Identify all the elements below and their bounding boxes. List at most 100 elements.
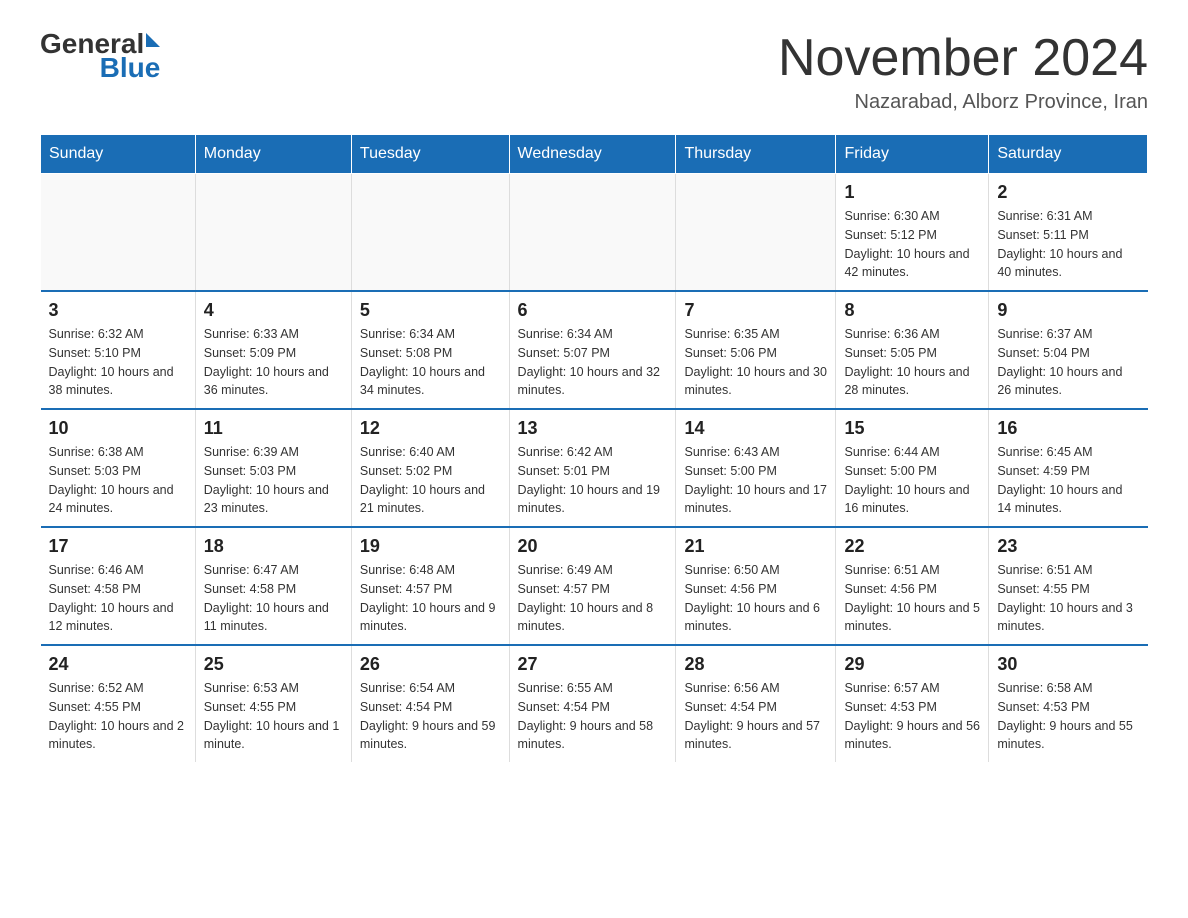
calendar-cell: 29 Sunrise: 6:57 AM Sunset: 4:53 PM Dayli… <box>836 645 989 762</box>
calendar-cell: 21Sunrise: 6:50 AM Sunset: 4:56 PM Dayli… <box>676 527 836 645</box>
calendar-cell: 17 Sunrise: 6:46 AM Sunset: 4:58 PM Dayli… <box>41 527 196 645</box>
header-monday: Monday <box>195 135 351 174</box>
day-number: 4 <box>204 300 343 321</box>
title-area: November 2024 Nazarabad, Alborz Province… <box>778 30 1148 114</box>
day-info: Sunrise: 6:49 AM Sunset: 4:57 PM Dayligh… <box>518 561 668 636</box>
calendar-cell: 28 Sunrise: 6:56 AM Sunset: 4:54 PM Dayli… <box>676 645 836 762</box>
calendar-week-row: 1 Sunrise: 6:30 AM Sunset: 5:12 PM Daylig… <box>41 174 1148 292</box>
day-number: 28 <box>684 654 827 675</box>
calendar-subtitle: Nazarabad, Alborz Province, Iran <box>778 91 1148 114</box>
calendar-cell: 19Sunrise: 6:48 AM Sunset: 4:57 PM Dayli… <box>351 527 509 645</box>
logo-blue-text: Blue <box>100 52 161 83</box>
day-info: Sunrise: 6:30 AM Sunset: 5:12 PM Dayligh… <box>844 207 980 282</box>
calendar-cell: 4 Sunrise: 6:33 AM Sunset: 5:09 PM Daylig… <box>195 291 351 409</box>
calendar-cell: 30Sunrise: 6:58 AM Sunset: 4:53 PM Dayli… <box>989 645 1148 762</box>
day-number: 13 <box>518 418 668 439</box>
calendar-cell <box>676 174 836 292</box>
calendar-cell: 8Sunrise: 6:36 AM Sunset: 5:05 PM Daylig… <box>836 291 989 409</box>
day-info: Sunrise: 6:46 AM Sunset: 4:58 PM Dayligh… <box>49 561 187 636</box>
calendar-cell: 14 Sunrise: 6:43 AM Sunset: 5:00 PM Dayli… <box>676 409 836 527</box>
calendar-cell: 2Sunrise: 6:31 AM Sunset: 5:11 PM Daylig… <box>989 174 1148 292</box>
day-info: Sunrise: 6:54 AM Sunset: 4:54 PM Dayligh… <box>360 679 501 754</box>
header-thursday: Thursday <box>676 135 836 174</box>
calendar-cell: 16 Sunrise: 6:45 AM Sunset: 4:59 PM Dayli… <box>989 409 1148 527</box>
day-info: Sunrise: 6:33 AM Sunset: 5:09 PM Dayligh… <box>204 325 343 400</box>
day-info: Sunrise: 6:43 AM Sunset: 5:00 PM Dayligh… <box>684 443 827 518</box>
calendar-cell: 5Sunrise: 6:34 AM Sunset: 5:08 PM Daylig… <box>351 291 509 409</box>
calendar-cell <box>351 174 509 292</box>
day-info: Sunrise: 6:39 AM Sunset: 5:03 PM Dayligh… <box>204 443 343 518</box>
day-info: Sunrise: 6:38 AM Sunset: 5:03 PM Dayligh… <box>49 443 187 518</box>
calendar-cell: 7Sunrise: 6:35 AM Sunset: 5:06 PM Daylig… <box>676 291 836 409</box>
day-number: 7 <box>684 300 827 321</box>
day-info: Sunrise: 6:44 AM Sunset: 5:00 PM Dayligh… <box>844 443 980 518</box>
calendar-week-row: 24 Sunrise: 6:52 AM Sunset: 4:55 PM Dayli… <box>41 645 1148 762</box>
day-info: Sunrise: 6:34 AM Sunset: 5:07 PM Dayligh… <box>518 325 668 400</box>
day-info: Sunrise: 6:34 AM Sunset: 5:08 PM Dayligh… <box>360 325 501 400</box>
calendar-week-row: 3 Sunrise: 6:32 AM Sunset: 5:10 PM Daylig… <box>41 291 1148 409</box>
day-info: Sunrise: 6:52 AM Sunset: 4:55 PM Dayligh… <box>49 679 187 754</box>
header-wednesday: Wednesday <box>509 135 676 174</box>
calendar-table: SundayMondayTuesdayWednesdayThursdayFrid… <box>40 134 1148 762</box>
day-number: 16 <box>997 418 1139 439</box>
calendar-cell: 26 Sunrise: 6:54 AM Sunset: 4:54 PM Dayli… <box>351 645 509 762</box>
day-info: Sunrise: 6:48 AM Sunset: 4:57 PM Dayligh… <box>360 561 501 636</box>
day-info: Sunrise: 6:32 AM Sunset: 5:10 PM Dayligh… <box>49 325 187 400</box>
day-number: 3 <box>49 300 187 321</box>
day-number: 23 <box>997 536 1139 557</box>
calendar-cell: 6 Sunrise: 6:34 AM Sunset: 5:07 PM Daylig… <box>509 291 676 409</box>
calendar-cell: 20 Sunrise: 6:49 AM Sunset: 4:57 PM Dayli… <box>509 527 676 645</box>
day-number: 25 <box>204 654 343 675</box>
logo: General Blue <box>40 30 160 82</box>
day-info: Sunrise: 6:45 AM Sunset: 4:59 PM Dayligh… <box>997 443 1139 518</box>
calendar-header-row: SundayMondayTuesdayWednesdayThursdayFrid… <box>41 135 1148 174</box>
header-saturday: Saturday <box>989 135 1148 174</box>
day-number: 6 <box>518 300 668 321</box>
day-number: 27 <box>518 654 668 675</box>
day-number: 1 <box>844 182 980 203</box>
day-number: 9 <box>997 300 1139 321</box>
day-number: 8 <box>844 300 980 321</box>
day-info: Sunrise: 6:37 AM Sunset: 5:04 PM Dayligh… <box>997 325 1139 400</box>
calendar-cell: 13 Sunrise: 6:42 AM Sunset: 5:01 PM Dayli… <box>509 409 676 527</box>
logo-triangle-icon <box>146 33 160 47</box>
day-number: 14 <box>684 418 827 439</box>
day-info: Sunrise: 6:50 AM Sunset: 4:56 PM Dayligh… <box>684 561 827 636</box>
day-number: 20 <box>518 536 668 557</box>
day-info: Sunrise: 6:57 AM Sunset: 4:53 PM Dayligh… <box>844 679 980 754</box>
calendar-cell: 23Sunrise: 6:51 AM Sunset: 4:55 PM Dayli… <box>989 527 1148 645</box>
day-number: 29 <box>844 654 980 675</box>
calendar-cell: 27 Sunrise: 6:55 AM Sunset: 4:54 PM Dayli… <box>509 645 676 762</box>
calendar-cell: 24 Sunrise: 6:52 AM Sunset: 4:55 PM Dayli… <box>41 645 196 762</box>
calendar-cell <box>509 174 676 292</box>
calendar-cell <box>41 174 196 292</box>
calendar-cell: 22 Sunrise: 6:51 AM Sunset: 4:56 PM Dayli… <box>836 527 989 645</box>
day-info: Sunrise: 6:56 AM Sunset: 4:54 PM Dayligh… <box>684 679 827 754</box>
day-number: 10 <box>49 418 187 439</box>
header-sunday: Sunday <box>41 135 196 174</box>
calendar-title: November 2024 <box>778 30 1148 87</box>
day-number: 22 <box>844 536 980 557</box>
day-info: Sunrise: 6:51 AM Sunset: 4:56 PM Dayligh… <box>844 561 980 636</box>
day-number: 24 <box>49 654 187 675</box>
day-number: 11 <box>204 418 343 439</box>
calendar-cell: 11 Sunrise: 6:39 AM Sunset: 5:03 PM Dayli… <box>195 409 351 527</box>
day-info: Sunrise: 6:55 AM Sunset: 4:54 PM Dayligh… <box>518 679 668 754</box>
calendar-cell: 10 Sunrise: 6:38 AM Sunset: 5:03 PM Dayli… <box>41 409 196 527</box>
calendar-week-row: 10 Sunrise: 6:38 AM Sunset: 5:03 PM Dayli… <box>41 409 1148 527</box>
header-friday: Friday <box>836 135 989 174</box>
calendar-cell: 12 Sunrise: 6:40 AM Sunset: 5:02 PM Dayli… <box>351 409 509 527</box>
calendar-cell: 15Sunrise: 6:44 AM Sunset: 5:00 PM Dayli… <box>836 409 989 527</box>
page-header: General Blue November 2024 Nazarabad, Al… <box>40 30 1148 114</box>
day-info: Sunrise: 6:40 AM Sunset: 5:02 PM Dayligh… <box>360 443 501 518</box>
day-info: Sunrise: 6:42 AM Sunset: 5:01 PM Dayligh… <box>518 443 668 518</box>
day-number: 17 <box>49 536 187 557</box>
day-number: 30 <box>997 654 1139 675</box>
calendar-cell: 18Sunrise: 6:47 AM Sunset: 4:58 PM Dayli… <box>195 527 351 645</box>
day-number: 12 <box>360 418 501 439</box>
day-info: Sunrise: 6:53 AM Sunset: 4:55 PM Dayligh… <box>204 679 343 754</box>
calendar-cell: 25 Sunrise: 6:53 AM Sunset: 4:55 PM Dayli… <box>195 645 351 762</box>
header-tuesday: Tuesday <box>351 135 509 174</box>
calendar-cell <box>195 174 351 292</box>
day-number: 26 <box>360 654 501 675</box>
